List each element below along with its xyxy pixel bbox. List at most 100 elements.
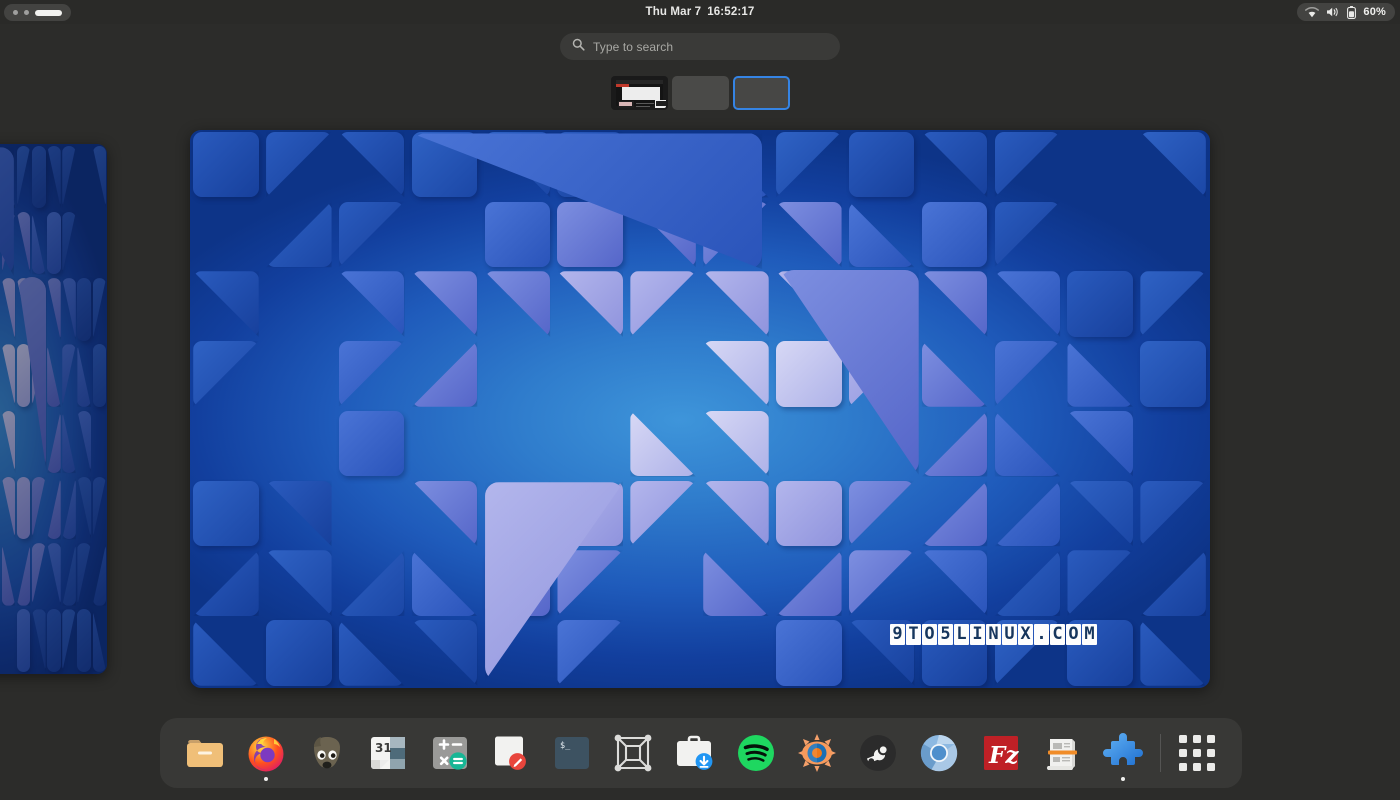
wallpaper-tile bbox=[338, 131, 405, 198]
clock-button[interactable]: Thu Mar 7 16:52:17 bbox=[0, 6, 1400, 18]
firefox-icon bbox=[243, 730, 289, 776]
wallpaper-tile bbox=[848, 201, 915, 268]
wallpaper-tile bbox=[1140, 271, 1206, 337]
wallpaper-tile bbox=[1067, 271, 1133, 337]
dock-item-xnview[interactable] bbox=[786, 722, 847, 784]
wallpaper-tile bbox=[994, 480, 1061, 547]
dock-item-calendar[interactable]: 31 bbox=[358, 722, 419, 784]
wallpaper-tile bbox=[411, 480, 478, 547]
clock-time: 16:52:17 bbox=[707, 6, 755, 18]
spotify-icon bbox=[733, 730, 779, 776]
workspace-preview-previous[interactable] bbox=[0, 144, 107, 674]
dock-item-files[interactable] bbox=[174, 722, 235, 784]
wallpaper-tile bbox=[1140, 131, 1206, 198]
wallpaper-tile bbox=[411, 271, 478, 337]
wallpaper-tile bbox=[921, 410, 988, 477]
dock-item-firefox[interactable] bbox=[235, 722, 296, 784]
wallpaper-tile bbox=[1067, 550, 1133, 616]
terminal-icon: $_ bbox=[549, 730, 595, 776]
system-status-menu[interactable]: 60% bbox=[1297, 3, 1395, 21]
wallpaper-tile bbox=[703, 410, 769, 477]
wallpaper-tile bbox=[411, 620, 478, 686]
wallpaper-tile bbox=[484, 271, 551, 337]
wallpaper-tile bbox=[338, 410, 405, 477]
search-area: Type to search bbox=[0, 33, 1400, 60]
newspaper-icon bbox=[1039, 730, 1085, 776]
wallpaper-tile bbox=[266, 201, 332, 268]
wallpaper-tile bbox=[921, 271, 988, 337]
watermark-char: . bbox=[1034, 624, 1049, 645]
search-input[interactable]: Type to search bbox=[560, 33, 840, 60]
wallpaper-tile bbox=[193, 271, 259, 337]
wallpaper-tile bbox=[921, 550, 988, 616]
chromium-icon bbox=[916, 730, 962, 776]
wallpaper-tile bbox=[1140, 480, 1206, 547]
workspace-thumbnail-2[interactable] bbox=[671, 76, 729, 110]
svg-text:Fz: Fz bbox=[988, 742, 1019, 769]
dock-item-steam[interactable] bbox=[848, 722, 909, 784]
svg-text:$_: $_ bbox=[560, 741, 571, 751]
dock-divider bbox=[1159, 734, 1161, 772]
dock-item-terminal[interactable]: $_ bbox=[541, 722, 602, 784]
workspace-preview-current[interactable]: 9TO5LINUX.COM bbox=[190, 130, 1210, 688]
dock-item-gimp[interactable] bbox=[296, 722, 357, 784]
wallpaper-tile bbox=[484, 201, 551, 268]
wallpaper-tile bbox=[411, 341, 478, 407]
gimp-icon bbox=[304, 730, 350, 776]
watermark-char: L bbox=[954, 624, 969, 645]
dock-item-news[interactable] bbox=[1031, 722, 1092, 784]
watermark-char: 9 bbox=[890, 624, 905, 645]
workspace-thumbnail-1[interactable] bbox=[610, 76, 668, 110]
wallpaper-tile bbox=[266, 550, 332, 616]
wallpaper-tile bbox=[776, 550, 842, 616]
dock-item-calculator[interactable] bbox=[419, 722, 480, 784]
wallpaper-tile bbox=[776, 620, 842, 686]
watermark-char: I bbox=[970, 624, 985, 645]
wallpaper-tile bbox=[776, 201, 842, 268]
watermark-char: X bbox=[1018, 624, 1033, 645]
volume-icon bbox=[1326, 6, 1340, 18]
workspace-thumbnail-3[interactable] bbox=[732, 76, 790, 110]
window-thumbnail-browser bbox=[615, 80, 666, 108]
workspace-thumbnail-strip bbox=[0, 76, 1400, 110]
wallpaper-tile bbox=[338, 201, 405, 268]
wallpaper-tile bbox=[848, 480, 915, 547]
top-bar: Thu Mar 7 16:52:17 60% bbox=[0, 0, 1400, 24]
wallpaper-tile bbox=[411, 550, 478, 616]
wallpaper-tile bbox=[266, 480, 332, 547]
dock-item-chromium[interactable] bbox=[909, 722, 970, 784]
wallpaper-tile bbox=[703, 271, 769, 337]
dock-item-spotify[interactable] bbox=[725, 722, 786, 784]
watermark-char: N bbox=[986, 624, 1001, 645]
watermark-char: T bbox=[906, 624, 921, 645]
wallpaper-tile bbox=[193, 550, 259, 616]
wallpaper-tile bbox=[1140, 620, 1206, 686]
running-indicator bbox=[263, 777, 268, 781]
search-placeholder: Type to search bbox=[593, 39, 674, 54]
wallpaper-tile bbox=[848, 550, 915, 616]
wallpaper-image bbox=[190, 130, 1210, 688]
watermark-char: M bbox=[1082, 624, 1097, 645]
wallpaper-tile bbox=[1067, 410, 1133, 477]
dash-dock: 31 $_ Fz bbox=[160, 718, 1242, 788]
search-icon bbox=[572, 38, 585, 56]
dock-item-extensions[interactable] bbox=[1093, 722, 1154, 784]
dock-item-filezilla[interactable]: Fz bbox=[970, 722, 1031, 784]
wallpaper-tile bbox=[630, 410, 696, 477]
xnview-icon bbox=[794, 730, 840, 776]
wallpaper-tile bbox=[776, 480, 842, 547]
wifi-icon bbox=[1305, 6, 1320, 18]
wallpaper-tile bbox=[193, 620, 259, 686]
show-applications-button[interactable] bbox=[1167, 722, 1228, 784]
wallpaper-tile bbox=[338, 341, 405, 407]
wallpaper-tile bbox=[776, 341, 842, 407]
dock-item-boxes[interactable] bbox=[603, 722, 664, 784]
battery-percentage: 60% bbox=[1363, 6, 1386, 18]
dock-item-software[interactable] bbox=[664, 722, 725, 784]
wallpaper-tile bbox=[994, 410, 1061, 477]
wallpaper-tile bbox=[921, 480, 988, 547]
wallpaper-tile bbox=[193, 341, 259, 407]
wallpaper-tile bbox=[921, 131, 988, 198]
watermark-char: U bbox=[1002, 624, 1017, 645]
dock-item-text-editor[interactable] bbox=[480, 722, 541, 784]
